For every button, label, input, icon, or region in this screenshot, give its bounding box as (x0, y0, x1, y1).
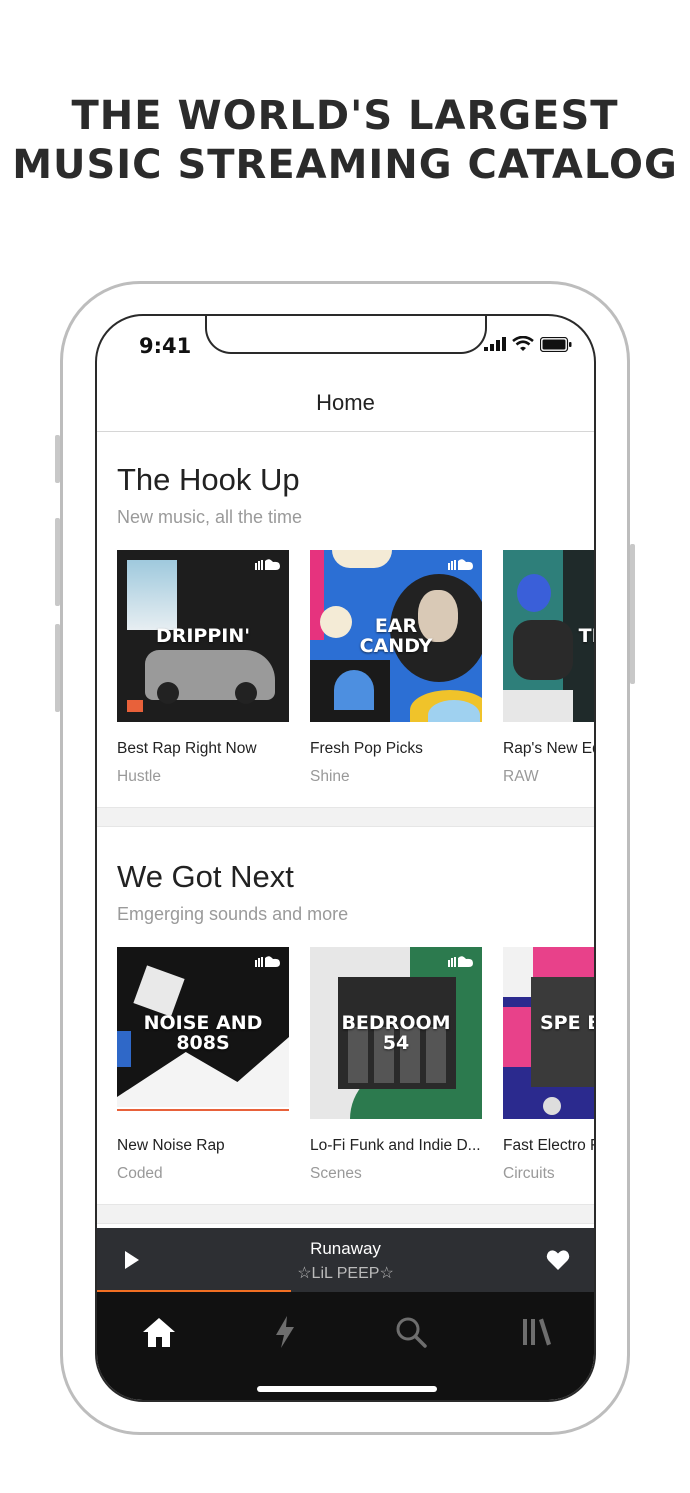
playlist-card[interactable]: BEDROOM 54 Lo-Fi Funk and Indie D... Sce… (310, 947, 482, 1183)
artwork-text: DRIPPIN' (155, 625, 251, 647)
track-artist[interactable]: ☆LiL PEEP☆ (97, 1263, 594, 1283)
notch (205, 316, 487, 354)
playlist-title[interactable]: Fresh Pop Picks (310, 740, 482, 758)
track-title[interactable]: Runaway (97, 1239, 594, 1259)
headline-line-1: THE WORLD'S LARGEST (71, 93, 619, 139)
phone-side-button (55, 518, 60, 606)
marketing-headline: THE WORLD'S LARGEST MUSIC STREAMING CATA… (0, 92, 690, 190)
page-title: Home (316, 390, 375, 415)
playlist-title[interactable]: New Noise Rap (117, 1137, 289, 1155)
phone-side-button (630, 544, 635, 684)
artwork-text: BEDROOM 54 (341, 1012, 451, 1054)
status-icons (484, 336, 572, 352)
tab-home[interactable] (139, 1312, 179, 1352)
playlist-card[interactable]: DRIPPIN' Best Rap Right Now Hustle (117, 550, 289, 786)
tab-search[interactable] (391, 1312, 431, 1352)
soundcloud-logo-icon (255, 559, 280, 570)
library-icon (523, 1318, 551, 1346)
soundcloud-logo-icon (448, 956, 473, 967)
section-title: We Got Next (117, 859, 294, 894)
playlist-carousel[interactable]: DRIPPIN' Best Rap Right Now Hustle EAR C… (117, 550, 594, 786)
mini-player[interactable]: Runaway ☆LiL PEEP☆ (97, 1228, 594, 1292)
tab-stream[interactable] (265, 1312, 305, 1352)
playlist-curator: RAW (503, 768, 539, 785)
playlist-curator: Scenes (310, 1165, 362, 1182)
playlist-artwork[interactable]: BEDROOM 54 (310, 947, 482, 1119)
artwork-text: TEA (578, 625, 594, 647)
section-subtitle: New music, all the time (117, 507, 303, 527)
playlist-curator: Shine (310, 768, 350, 785)
playlist-artwork[interactable]: SPE BUM (503, 947, 594, 1119)
lightning-icon (276, 1316, 294, 1348)
soundcloud-logo-icon (448, 559, 473, 570)
playlist-title[interactable]: Rap's New Ed (503, 740, 594, 758)
playlist-card[interactable]: SPE BUM Fast Electro F Circuits (503, 947, 594, 1183)
home-indicator (257, 1386, 437, 1392)
playlist-artwork[interactable]: DRIPPIN' (117, 550, 289, 722)
playlist-title[interactable]: Best Rap Right Now (117, 740, 289, 758)
heart-icon[interactable] (546, 1249, 570, 1271)
search-icon (396, 1317, 427, 1348)
playlist-curator: Hustle (117, 768, 161, 785)
playlist-artwork[interactable]: NOISE AND 808S (117, 947, 289, 1119)
tab-bar (97, 1292, 594, 1400)
signal-icon (484, 337, 506, 351)
home-icon (143, 1318, 175, 1347)
section-title: The Hook Up (117, 462, 300, 497)
wifi-icon (512, 336, 534, 351)
section-divider (97, 1204, 594, 1224)
playlist-title[interactable]: Fast Electro F (503, 1137, 594, 1155)
phone-screen: 9:41 Home The Hook Up New music, all the… (95, 314, 596, 1402)
section-we-got-next: We Got Next Emgerging sounds and more NO… (97, 827, 594, 1207)
artwork-text: EAR CANDY (359, 615, 433, 657)
battery-icon (540, 336, 572, 352)
artwork-text: NOISE AND 808S (143, 1012, 263, 1054)
tab-library[interactable] (517, 1312, 557, 1352)
playlist-carousel[interactable]: NOISE AND 808S New Noise Rap Coded BEDRO… (117, 947, 594, 1183)
status-time: 9:41 (139, 334, 192, 358)
section-the-hook-up: The Hook Up New music, all the time DRIP… (97, 432, 594, 807)
phone-side-button (55, 624, 60, 712)
playlist-artwork[interactable]: EAR CANDY (310, 550, 482, 722)
playlist-card[interactable]: NOISE AND 808S New Noise Rap Coded (117, 947, 289, 1183)
playlist-artwork[interactable]: TEA (503, 550, 594, 722)
phone-side-button (55, 435, 60, 483)
playlist-card[interactable]: TEA Rap's New Ed RAW (503, 550, 594, 786)
playlist-curator: Coded (117, 1165, 163, 1182)
artwork-text: SPE BUM (539, 1012, 594, 1034)
section-subtitle: Emgerging sounds and more (117, 904, 349, 924)
playlist-title[interactable]: Lo-Fi Funk and Indie D... (310, 1137, 482, 1155)
headline-line-2: MUSIC STREAMING CATALOG (12, 142, 678, 188)
section-divider (97, 807, 594, 827)
playlist-card[interactable]: EAR CANDY Fresh Pop Picks Shine (310, 550, 482, 786)
playlist-curator: Circuits (503, 1165, 555, 1182)
soundcloud-logo-icon (255, 956, 280, 967)
